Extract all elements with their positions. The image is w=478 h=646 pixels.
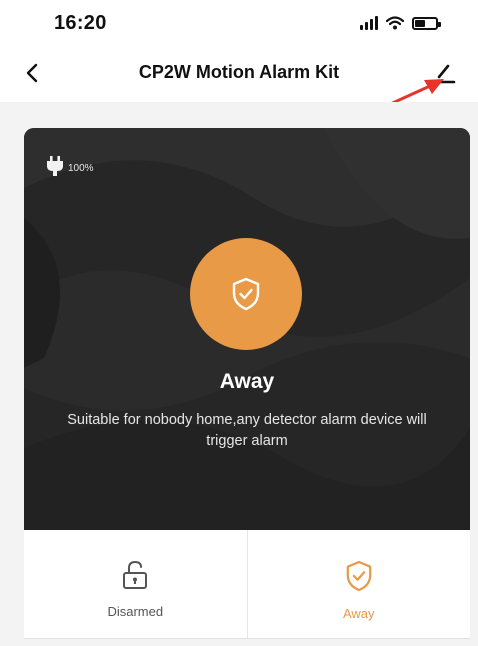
mode-title: Away <box>219 370 275 393</box>
mode-option-disarmed[interactable]: Disarmed <box>24 530 247 638</box>
shield-check-icon <box>346 560 372 592</box>
plug-icon <box>47 156 63 176</box>
battery-percent: 100% <box>68 162 94 174</box>
alarm-status-card: 100% Away Suitable for nobody home,any d… <box>24 128 470 530</box>
battery-icon <box>412 16 441 30</box>
status-time: 16:20 <box>54 12 107 34</box>
arm-mode-button[interactable] <box>190 238 302 350</box>
mode-selector: Disarmed Away <box>24 530 470 638</box>
lock-open-icon <box>123 560 148 589</box>
divider <box>24 638 470 639</box>
mode-option-away[interactable]: Away <box>246 530 471 638</box>
mode-option-label: Disarmed <box>107 604 164 619</box>
status-icons <box>360 16 441 30</box>
wifi-icon <box>386 16 404 30</box>
mode-option-label: Away <box>342 606 375 621</box>
shield-check-icon <box>232 277 260 311</box>
power-indicator: 100% <box>46 156 94 176</box>
mode-description: Suitable for nobody home,any detector al… <box>67 412 427 449</box>
cellular-signal-icon <box>360 16 378 30</box>
status-bar: 16:20 <box>0 0 478 48</box>
